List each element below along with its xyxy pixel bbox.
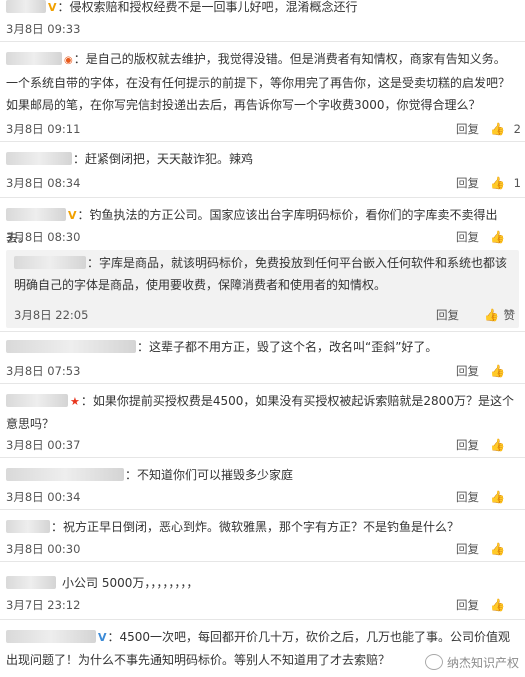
comment-time: 3月8日 08:30 xyxy=(6,230,81,244)
comment-item: ：这辈子都不用方正，毁了这个名，改名叫“歪斜”好了。 3月8日 07:53 回复… xyxy=(0,332,525,384)
thumbs-up-icon[interactable]: 👍 xyxy=(490,596,505,614)
username-blurred[interactable] xyxy=(6,208,66,221)
username-blurred[interactable] xyxy=(6,52,62,65)
reply-button[interactable]: 回复 xyxy=(456,488,479,506)
username-blurred[interactable] xyxy=(14,256,86,269)
comment-time: 3月8日 09:33 xyxy=(6,22,81,36)
comment-item: V：钓鱼执法的方正公司。国家应该出台字库明码标价，看你们的字库卖不卖得出去。 3… xyxy=(0,198,525,332)
thumbs-up-icon[interactable]: 👍 xyxy=(490,488,505,506)
verified-badge-icon: V xyxy=(48,1,57,14)
sub-reply-button[interactable]: 回复 xyxy=(436,306,459,324)
reply-button[interactable]: 回复 xyxy=(456,436,479,454)
comment-time: 3月8日 09:11 xyxy=(6,122,81,136)
comment-text: ：这辈子都不用方正，毁了这个名，改名叫“歪斜”好了。 xyxy=(137,340,438,354)
comment-item: ：赶紧倒闭把，天天敲诈犯。辣鸡 3月8日 08:34 回复 👍 1 xyxy=(0,142,525,198)
watermark: 纳杰知识产权 xyxy=(424,654,519,671)
comment-item: ◉：是自己的版权就去维护，我觉得没错。但是消费者有知情权，商家有告知义务。一个系… xyxy=(0,42,525,142)
comment-time: 3月8日 07:53 xyxy=(6,364,81,378)
comment-item: V：侵权索赔和授权经费不是一回事儿好吧，混淆概念还行 3月8日 09:33 xyxy=(0,0,525,42)
username-blurred[interactable] xyxy=(6,0,46,13)
comment-item: ：祝方正早日倒闭，恶心到炸。微软雅黑，那个字有方正？不是钓鱼是什么？ 3月8日 … xyxy=(0,510,525,562)
reply-button[interactable]: 回复 xyxy=(456,120,479,138)
comment-time: 3月7日 23:12 xyxy=(6,598,81,612)
comment-text: ：不知道你们可以摧毁多少家庭 xyxy=(125,468,294,482)
reply-button[interactable]: 回复 xyxy=(456,540,479,558)
vip-badge-icon: ◉ xyxy=(64,55,73,66)
comment-time: 3月8日 00:30 xyxy=(6,542,81,556)
sub-reply-box: ：字库是商品，就该明码标价，免费投放到任何平台嵌入任何软件和系统也都该明确自己的… xyxy=(6,250,519,328)
comment-item: 小公司 5000万，，，，，，，， 3月7日 23:12 回复 👍 xyxy=(0,562,525,620)
reply-button[interactable]: 回复 xyxy=(456,596,479,614)
verified-badge-icon: V xyxy=(68,209,77,222)
reply-button[interactable]: 回复 xyxy=(456,228,479,246)
comment-text: ：如果你提前买授权费是4500，如果没有买授权被起诉索赔就是2800万？是这个意… xyxy=(6,394,514,431)
wechat-logo-icon xyxy=(424,654,443,670)
thumbs-up-icon[interactable]: 👍 xyxy=(490,228,505,246)
like-label[interactable]: 赞 xyxy=(504,306,516,324)
reply-button[interactable]: 回复 xyxy=(456,362,479,380)
watermark-text: 纳杰知识产权 xyxy=(446,656,519,670)
verified-badge-icon: V xyxy=(98,631,107,644)
username-blurred[interactable] xyxy=(6,152,72,165)
thumbs-up-icon[interactable]: 👍 xyxy=(490,436,505,454)
thumbs-up-icon[interactable]: 👍 xyxy=(490,120,505,138)
comment-item: ★：如果你提前买授权费是4500，如果没有买授权被起诉索赔就是2800万？是这个… xyxy=(0,384,525,458)
comment-time: 3月8日 08:34 xyxy=(6,176,81,190)
comment-text: ：祝方正早日倒闭，恶心到炸。微软雅黑，那个字有方正？不是钓鱼是什么？ xyxy=(51,520,460,534)
comment-item: ：不知道你们可以摧毁多少家庭 3月8日 00:34 回复 👍 xyxy=(0,458,525,510)
comment-feed: V：侵权索赔和授权经费不是一回事儿好吧，混淆概念还行 3月8日 09:33 ◉：… xyxy=(0,0,525,677)
comment-text: ：是自己的版权就去维护，我觉得没错。但是消费者有知情权，商家有告知义务。一个系统… xyxy=(6,52,511,112)
thumbs-up-icon[interactable]: 👍 xyxy=(484,306,499,324)
sub-reply-text: ：字库是商品，就该明码标价，免费投放到任何平台嵌入任何软件和系统也都该明确自己的… xyxy=(14,256,508,292)
star-badge-icon: ★ xyxy=(70,395,80,408)
thumbs-up-icon[interactable]: 👍 xyxy=(490,362,505,380)
username-blurred[interactable] xyxy=(6,630,96,643)
username-blurred[interactable] xyxy=(6,520,50,533)
comment-text: 小公司 5000万，，，，，，，， xyxy=(62,576,199,590)
comment-text: ：赶紧倒闭把，天天敲诈犯。辣鸡 xyxy=(73,152,254,166)
comment-time: 3月8日 00:37 xyxy=(6,438,81,452)
thumbs-up-icon[interactable]: 👍 xyxy=(490,540,505,558)
username-blurred[interactable] xyxy=(6,468,124,481)
like-count: 1 xyxy=(513,176,521,190)
username-blurred[interactable] xyxy=(6,340,136,353)
thumbs-up-icon[interactable]: 👍 xyxy=(490,174,505,192)
sub-reply-time: 3月8日 22:05 xyxy=(14,308,89,322)
reply-button[interactable]: 回复 xyxy=(456,174,479,192)
comment-text: ：侵权索赔和授权经费不是一回事儿好吧，混淆概念还行 xyxy=(57,0,358,14)
username-blurred[interactable] xyxy=(6,394,68,407)
username-blurred[interactable] xyxy=(6,576,56,589)
comment-time: 3月8日 00:34 xyxy=(6,490,81,504)
like-count: 2 xyxy=(513,122,521,136)
